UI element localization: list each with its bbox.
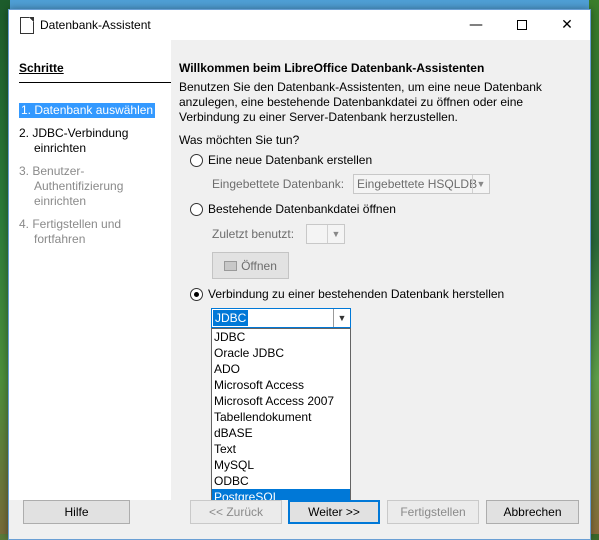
cancel-button[interactable]: Abbrechen xyxy=(486,500,579,524)
dropdown-option[interactable]: Microsoft Access xyxy=(212,377,350,393)
close-icon: ✕ xyxy=(561,17,573,33)
document-icon xyxy=(20,16,34,34)
step-label: 3. Benutzer- xyxy=(19,164,85,178)
connection-type-value: JDBC xyxy=(213,310,249,326)
dropdown-option[interactable]: JDBC xyxy=(212,329,350,345)
dropdown-option[interactable]: dBASE xyxy=(212,425,350,441)
steps-title: Schritte xyxy=(19,61,64,75)
step-label: 1. Datenbank auswählen xyxy=(21,103,154,117)
step-label-continued: fortfahren xyxy=(34,232,86,246)
dropdown-option[interactable]: Microsoft Access 2007 xyxy=(212,393,350,409)
help-button[interactable]: Hilfe xyxy=(23,500,130,524)
finish-button: Fertigstellen xyxy=(387,500,479,524)
maximize-icon xyxy=(517,20,527,30)
radio-open-database[interactable] xyxy=(190,202,203,216)
connection-type-select[interactable]: JDBC ▼ xyxy=(211,308,351,328)
button-bar: Hilfe << Zurück Weiter >> Fertigstellen … xyxy=(9,500,590,539)
radio-new-database[interactable] xyxy=(190,153,203,167)
back-button: << Zurück xyxy=(190,500,282,524)
option-new-database[interactable]: Eine neue Datenbank erstellen xyxy=(190,153,372,167)
dropdown-option[interactable]: Tabellendokument xyxy=(212,409,350,425)
option-connect-label: Verbindung zu einer bestehenden Datenban… xyxy=(208,287,505,301)
steps-divider xyxy=(19,82,171,83)
radio-connect-database[interactable] xyxy=(190,287,203,301)
help-button-label: Hilfe xyxy=(64,505,89,519)
question-label: Was möchten Sie tun? xyxy=(179,133,300,147)
window-title: Datenbank-Assistent xyxy=(40,18,151,32)
finish-button-label: Fertigstellen xyxy=(400,505,466,519)
close-button[interactable]: ✕ xyxy=(544,10,590,40)
option-new-label: Eine neue Datenbank erstellen xyxy=(208,153,373,167)
step-select-database[interactable]: 1. Datenbank auswählen xyxy=(19,103,156,118)
step-label: 2. JDBC-Verbindung xyxy=(19,126,129,140)
page-heading: Willkommen beim LibreOffice Datenbank-As… xyxy=(179,61,485,75)
steps-panel: Schritte 1. Datenbank auswählen 2. JDBC-… xyxy=(9,40,171,500)
embedded-database-label: Eingebettete Datenbank: xyxy=(212,177,345,191)
recently-used-label: Zuletzt benutzt: xyxy=(212,227,295,241)
embedded-database-select: Eingebettete HSQLDB ▼ xyxy=(353,174,490,194)
step-label-continued: Authentifizierung xyxy=(34,179,124,193)
minimize-icon: — xyxy=(469,17,483,33)
step-label-continued: einrichten xyxy=(34,141,87,155)
open-button: Öffnen xyxy=(212,252,289,279)
step-jdbc-connection[interactable]: 2. JDBC-Verbindung einrichten xyxy=(19,126,169,156)
step-label: 4. Fertigstellen und xyxy=(19,217,122,231)
option-connect-database[interactable]: Verbindung zu einer bestehenden Datenban… xyxy=(190,287,504,301)
step-finish: 4. Fertigstellen und fortfahren xyxy=(19,217,169,247)
chevron-down-icon[interactable]: ▼ xyxy=(333,309,350,327)
intro-text: Benutzen Sie den Datenbank-Assistenten, … xyxy=(179,80,542,124)
embedded-database-value: Eingebettete HSQLDB xyxy=(357,177,478,191)
minimize-button[interactable]: — xyxy=(453,10,499,40)
dropdown-option[interactable]: ODBC xyxy=(212,473,350,489)
option-open-database[interactable]: Bestehende Datenbankdatei öffnen xyxy=(190,202,396,216)
option-open-label: Bestehende Datenbankdatei öffnen xyxy=(208,202,396,216)
next-button-label: Weiter >> xyxy=(308,505,360,519)
next-button[interactable]: Weiter >> xyxy=(288,500,380,524)
dropdown-option[interactable]: ADO xyxy=(212,361,350,377)
back-button-label: << Zurück xyxy=(208,505,264,519)
chevron-down-icon: ▼ xyxy=(327,225,344,243)
maximize-button[interactable] xyxy=(499,10,545,40)
step-user-authentication: 3. Benutzer- Authentifizierung einrichte… xyxy=(19,164,169,209)
step-label-continued: einrichten xyxy=(34,194,87,208)
database-wizard-window: Datenbank-Assistent — ✕ Schritte 1. Date… xyxy=(8,9,591,540)
dropdown-option[interactable]: Oracle JDBC xyxy=(212,345,350,361)
dropdown-option[interactable]: MySQL xyxy=(212,457,350,473)
connection-type-dropdown: JDBC Oracle JDBC ADO Microsoft Access Mi… xyxy=(211,328,351,506)
folder-icon xyxy=(224,260,238,271)
dropdown-option[interactable]: Text xyxy=(212,441,350,457)
cancel-button-label: Abbrechen xyxy=(503,505,562,519)
recently-used-select: ▼ xyxy=(306,224,345,244)
open-button-label: Öffnen xyxy=(241,258,277,273)
chevron-down-icon: ▼ xyxy=(472,175,489,193)
title-bar[interactable]: Datenbank-Assistent — ✕ xyxy=(9,10,590,40)
